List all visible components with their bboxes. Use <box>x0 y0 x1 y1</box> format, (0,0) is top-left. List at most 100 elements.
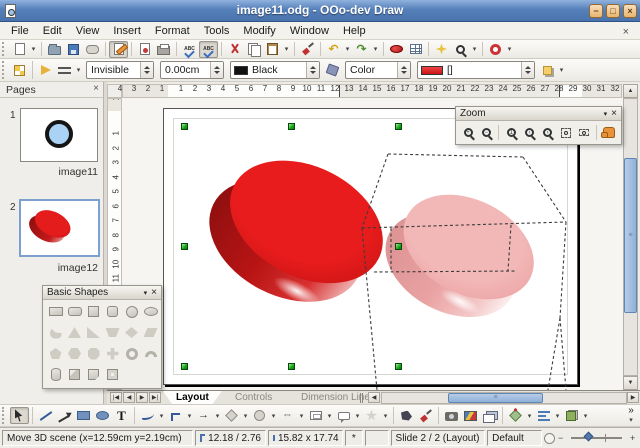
insert-3d-object-button[interactable] <box>387 41 406 58</box>
edit-points-button[interactable] <box>397 407 416 424</box>
shape-isosceles-triangle-button[interactable] <box>65 323 84 342</box>
arrow-style-button[interactable] <box>55 62 74 79</box>
tab-layout[interactable]: Layout <box>163 391 222 404</box>
page-2-thumbnail[interactable] <box>19 199 100 257</box>
line-button[interactable] <box>36 62 55 79</box>
zoom-next-button[interactable]: › <box>539 123 557 142</box>
toolbar-grip[interactable] <box>2 61 7 79</box>
text-tool-button[interactable]: T <box>112 407 131 424</box>
shape-cross-button[interactable] <box>103 344 122 363</box>
last-page-tab-button[interactable]: ▶| <box>149 392 161 403</box>
fill-type-combo[interactable]: Color <box>345 61 411 79</box>
shadow-button[interactable] <box>538 62 557 79</box>
selection-handle-top-right[interactable] <box>395 123 402 130</box>
shape-right-triangle-button[interactable] <box>84 323 103 342</box>
lines-arrows-button[interactable]: → <box>194 407 213 424</box>
scroll-left-button[interactable]: ◀ <box>368 392 380 403</box>
fill-button[interactable] <box>323 62 342 79</box>
arrange-dropdown[interactable]: ▾ <box>581 407 590 424</box>
format-paintbrush-button[interactable] <box>298 41 317 58</box>
maximize-button[interactable]: □ <box>606 4 620 18</box>
flowcharts-button[interactable] <box>306 407 325 424</box>
paste-button[interactable] <box>263 41 282 58</box>
lines-arrows-dropdown[interactable]: ▾ <box>213 407 222 424</box>
cut-button[interactable] <box>225 41 244 58</box>
gallery-button[interactable] <box>480 407 499 424</box>
line-width-spinner[interactable] <box>210 62 223 78</box>
line-arrow-tool-button[interactable] <box>55 407 74 424</box>
toolbar-grip[interactable] <box>2 42 7 56</box>
shape-circle-button[interactable] <box>122 302 141 321</box>
menu-item[interactable]: Modify <box>236 23 282 39</box>
callouts-button[interactable] <box>334 407 353 424</box>
connector-dropdown[interactable]: ▾ <box>185 407 194 424</box>
stars-dropdown[interactable]: ▾ <box>381 407 390 424</box>
save-button[interactable] <box>64 41 83 58</box>
paste-dropdown[interactable]: ▾ <box>282 41 291 58</box>
arrow-style-dropdown[interactable]: ▾ <box>74 62 83 79</box>
shape-rounded-rectangle-button[interactable] <box>65 302 84 321</box>
page-2-label[interactable]: image12 <box>18 262 98 274</box>
redo-dropdown[interactable]: ▾ <box>371 41 380 58</box>
line-color-combo[interactable]: Black <box>230 61 320 79</box>
insert-picture-button[interactable] <box>442 407 461 424</box>
alignment-dropdown[interactable]: ▾ <box>553 407 562 424</box>
menu-item[interactable]: Format <box>148 23 197 39</box>
selection-handle-middle-left[interactable] <box>181 243 188 250</box>
selection-handle-bottom-center[interactable] <box>288 363 295 370</box>
menu-item[interactable]: File <box>4 23 36 39</box>
zoom-plus-button[interactable]: + <box>627 433 638 444</box>
menu-item[interactable]: Window <box>283 23 336 39</box>
zoom-100-button[interactable]: 1 <box>502 123 520 142</box>
help-button[interactable] <box>486 41 505 58</box>
select-tool-button[interactable] <box>10 407 29 424</box>
scroll-down-button[interactable]: ▼ <box>623 376 638 390</box>
zoom-entire-page-button[interactable] <box>557 123 575 142</box>
first-page-tab-button[interactable]: |◀ <box>110 392 122 403</box>
zoom-minus-button[interactable]: − <box>555 433 566 444</box>
from-file-button[interactable] <box>461 407 480 424</box>
spellcheck-button[interactable]: ABC <box>180 41 199 58</box>
page-style-indicator[interactable]: Default <box>487 430 542 446</box>
menu-item[interactable]: View <box>69 23 107 39</box>
minimize-button[interactable]: − <box>589 4 603 18</box>
curve-dropdown[interactable]: ▾ <box>157 407 166 424</box>
slide-indicator[interactable]: Slide 2 / 2 (Layout) <box>391 430 486 446</box>
shape-rectangle-button[interactable] <box>46 302 65 321</box>
zoom-button[interactable] <box>451 41 470 58</box>
page-1-label[interactable]: image11 <box>18 166 98 178</box>
fill-type-spinner[interactable] <box>397 62 410 78</box>
shift-button[interactable] <box>600 123 618 142</box>
symbol-shapes-button[interactable] <box>250 407 269 424</box>
undo-dropdown[interactable]: ▾ <box>343 41 352 58</box>
selection-handle-bottom-left[interactable] <box>181 363 188 370</box>
previous-page-tab-button[interactable]: ◀ <box>123 392 135 403</box>
zoom-slider-thumb[interactable] <box>584 432 594 442</box>
shape-trapezoid-button[interactable] <box>103 323 122 342</box>
shape-rounded-square-button[interactable] <box>103 302 122 321</box>
line-color-spinner[interactable] <box>306 62 319 78</box>
selection-handle-top-left[interactable] <box>181 123 188 130</box>
new-document-button[interactable] <box>10 41 29 58</box>
shape-octagon-button[interactable] <box>84 344 103 363</box>
close-button[interactable]: × <box>623 4 637 18</box>
shape-cylinder-button[interactable] <box>46 365 65 384</box>
basic-shapes-button[interactable] <box>222 407 241 424</box>
callouts-dropdown[interactable]: ▾ <box>353 407 362 424</box>
effects-dropdown[interactable]: ▾ <box>525 407 534 424</box>
menu-item[interactable]: Tools <box>197 23 237 39</box>
shape-frame-button[interactable] <box>103 365 122 384</box>
zoom-in-button[interactable]: + <box>459 123 477 142</box>
line-fill-overflow-dropdown[interactable]: ▾ <box>557 62 566 79</box>
title-bar[interactable]: image11.odg - OOo-dev Draw − □ × <box>0 0 640 22</box>
new-document-dropdown[interactable]: ▾ <box>29 41 38 58</box>
copy-button[interactable] <box>244 41 263 58</box>
document-close-icon[interactable]: × <box>616 24 636 40</box>
basic-shapes-titlebar[interactable]: Basic Shapes ▾ × <box>43 286 161 300</box>
shape-block-arc-button[interactable] <box>141 344 160 363</box>
zoom-previous-button[interactable]: ‹ <box>520 123 538 142</box>
export-pdf-button[interactable] <box>135 41 154 58</box>
connector-tool-button[interactable] <box>166 407 185 424</box>
zoom-toolbar-titlebar[interactable]: Zoom ▾ × <box>456 107 621 121</box>
block-arrows-dropdown[interactable]: ▾ <box>297 407 306 424</box>
